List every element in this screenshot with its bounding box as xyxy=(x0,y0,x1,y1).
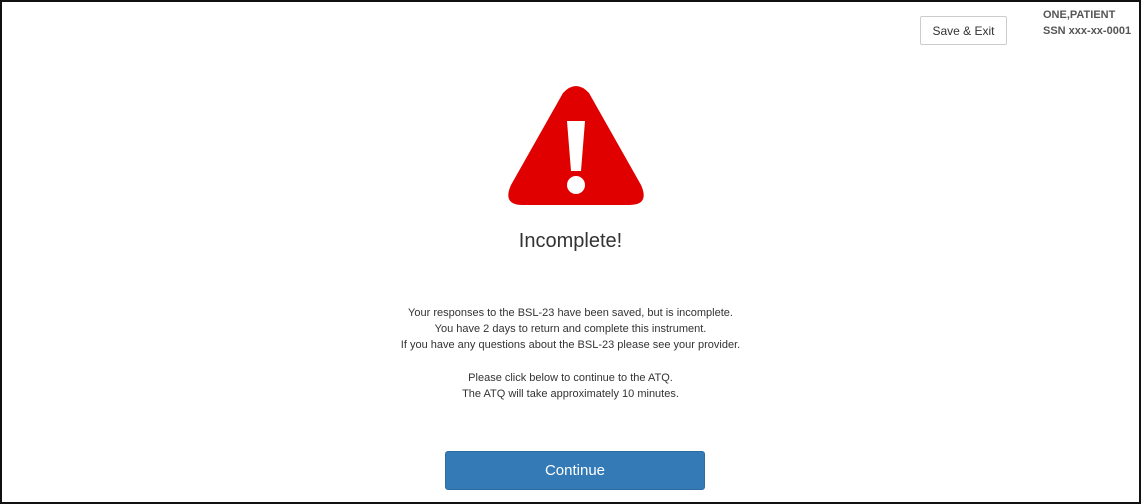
patient-ssn: SSN xxx-xx-0001 xyxy=(1043,25,1132,37)
warning-triangle-icon xyxy=(508,86,644,205)
continue-button[interactable]: Continue xyxy=(445,451,705,490)
next-step-message: Please click below to continue to the AT… xyxy=(2,370,1139,402)
alert-title: Incomplete! xyxy=(518,230,623,252)
next-step-line: The ATQ will take approximately 10 minut… xyxy=(462,388,679,400)
save-exit-button[interactable]: Save & Exit xyxy=(920,16,1007,45)
patient-info: ONE,PATIENT SSN xxx-xx-0001 xyxy=(1043,7,1131,39)
status-line: You have 2 days to return and complete t… xyxy=(434,323,707,335)
status-line: Your responses to the BSL-23 have been s… xyxy=(408,307,733,319)
page-frame: Save & Exit ONE,PATIENT SSN xxx-xx-0001 … xyxy=(0,0,1141,504)
status-line: If you have any questions about the BSL-… xyxy=(400,339,741,351)
status-message: Your responses to the BSL-23 have been s… xyxy=(2,305,1139,353)
patient-name: ONE,PATIENT xyxy=(1043,9,1116,21)
next-step-line: Please click below to continue to the AT… xyxy=(468,372,673,384)
